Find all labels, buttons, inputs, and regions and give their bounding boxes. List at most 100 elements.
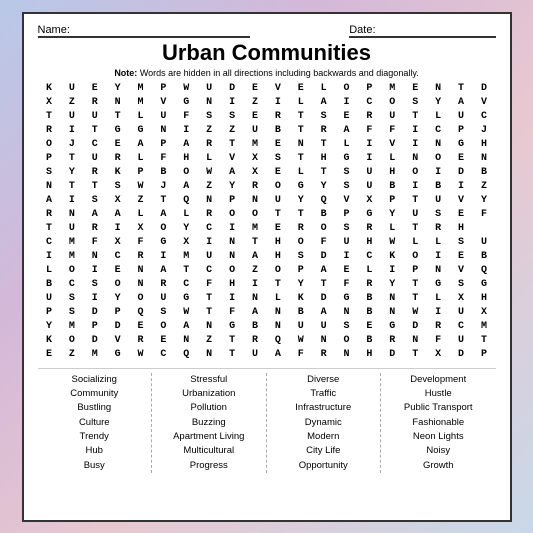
- grid-cell: E: [289, 82, 312, 96]
- grid-cell: X: [244, 166, 267, 180]
- grid-cell: Y: [38, 320, 61, 334]
- grid-cell: E: [266, 222, 289, 236]
- list-item: Urbanization: [182, 387, 235, 401]
- grid-cell: N: [129, 264, 152, 278]
- grid-cell: I: [427, 166, 450, 180]
- grid-cell: K: [38, 334, 61, 348]
- grid-cell: G: [381, 320, 404, 334]
- grid-cell: B: [472, 166, 495, 180]
- grid-cell: N: [381, 306, 404, 320]
- grid-cell: R: [38, 124, 61, 138]
- grid-cell: H: [358, 236, 381, 250]
- grid-cell: T: [312, 166, 335, 180]
- grid-cell: O: [381, 96, 404, 110]
- grid-cell: M: [129, 82, 152, 96]
- grid-cell: A: [312, 306, 335, 320]
- grid-cell: F: [175, 110, 198, 124]
- grid-cell: O: [221, 208, 244, 222]
- grid-cell: A: [106, 208, 129, 222]
- grid-cell: C: [83, 138, 106, 152]
- grid-cell: O: [60, 264, 83, 278]
- grid-cell: U: [450, 110, 473, 124]
- grid-cell: U: [38, 292, 61, 306]
- grid-cell: H: [358, 348, 381, 362]
- grid-cell: N: [335, 306, 358, 320]
- grid-cell: O: [244, 208, 267, 222]
- grid-cell: S: [60, 292, 83, 306]
- grid-cell: L: [129, 208, 152, 222]
- header-line: Name: Date:: [38, 24, 496, 38]
- grid-cell: V: [450, 194, 473, 208]
- grid-cell: H: [312, 152, 335, 166]
- list-item: Pollution: [191, 401, 227, 415]
- grid-cell: X: [106, 194, 129, 208]
- grid-cell: T: [289, 124, 312, 138]
- grid-cell: G: [335, 152, 358, 166]
- grid-cell: A: [175, 320, 198, 334]
- grid-cell: N: [427, 82, 450, 96]
- grid-cell: F: [221, 306, 244, 320]
- grid-cell: K: [106, 166, 129, 180]
- list-item: Neon Lights: [413, 430, 464, 444]
- grid-cell: V: [450, 264, 473, 278]
- grid-cell: B: [427, 180, 450, 194]
- grid-cell: J: [472, 124, 495, 138]
- list-item: Modern: [307, 430, 339, 444]
- grid-cell: N: [244, 194, 267, 208]
- grid-cell: Y: [289, 278, 312, 292]
- grid-cell: T: [60, 180, 83, 194]
- grid-cell: V: [335, 194, 358, 208]
- grid-cell: R: [244, 334, 267, 348]
- grid-cell: S: [83, 278, 106, 292]
- list-item: Opportunity: [299, 459, 348, 473]
- grid-cell: T: [404, 194, 427, 208]
- grid-cell: P: [152, 138, 175, 152]
- word-column: DevelopmentHustlePublic TransportFashion…: [381, 373, 496, 473]
- grid-cell: V: [266, 82, 289, 96]
- grid-cell: P: [221, 194, 244, 208]
- grid-cell: S: [152, 306, 175, 320]
- grid-cell: T: [221, 334, 244, 348]
- grid-cell: U: [83, 152, 106, 166]
- grid-cell: E: [38, 348, 61, 362]
- grid-cell: S: [198, 110, 221, 124]
- grid-cell: K: [38, 82, 61, 96]
- list-item: Buzzing: [192, 416, 226, 430]
- grid-cell: P: [152, 82, 175, 96]
- grid-cell: N: [152, 124, 175, 138]
- grid-cell: N: [244, 292, 267, 306]
- grid-cell: Z: [129, 194, 152, 208]
- grid-cell: T: [472, 334, 495, 348]
- grid-cell: Z: [60, 96, 83, 110]
- grid-cell: W: [289, 334, 312, 348]
- grid-cell: F: [289, 348, 312, 362]
- grid-cell: B: [358, 306, 381, 320]
- grid-cell: Y: [312, 180, 335, 194]
- grid-cell: L: [358, 264, 381, 278]
- grid-cell: I: [358, 138, 381, 152]
- grid-cell: U: [358, 166, 381, 180]
- word-search-grid: KUEYMPWUDEVELOPMENTDXZRNMVGNIZILAICOSYAV…: [38, 82, 496, 362]
- grid-cell: S: [83, 194, 106, 208]
- grid-cell: I: [358, 152, 381, 166]
- grid-cell: S: [38, 166, 61, 180]
- grid-cell: T: [404, 348, 427, 362]
- grid-cell: M: [381, 82, 404, 96]
- grid-cell: W: [381, 236, 404, 250]
- grid-cell: I: [427, 250, 450, 264]
- grid-cell: L: [175, 208, 198, 222]
- worksheet-page: Name: Date: Urban Communities Note: Word…: [22, 12, 512, 522]
- grid-cell: T: [266, 278, 289, 292]
- grid-cell: O: [266, 180, 289, 194]
- grid-cell: R: [266, 110, 289, 124]
- grid-cell: T: [38, 222, 61, 236]
- grid-cell: L: [129, 152, 152, 166]
- grid-cell: U: [450, 334, 473, 348]
- grid-cell: O: [152, 320, 175, 334]
- grid-cell: N: [427, 138, 450, 152]
- grid-cell: L: [404, 236, 427, 250]
- grid-cell: D: [312, 292, 335, 306]
- grid-cell: P: [129, 166, 152, 180]
- grid-cell: G: [175, 292, 198, 306]
- grid-cell: B: [244, 320, 267, 334]
